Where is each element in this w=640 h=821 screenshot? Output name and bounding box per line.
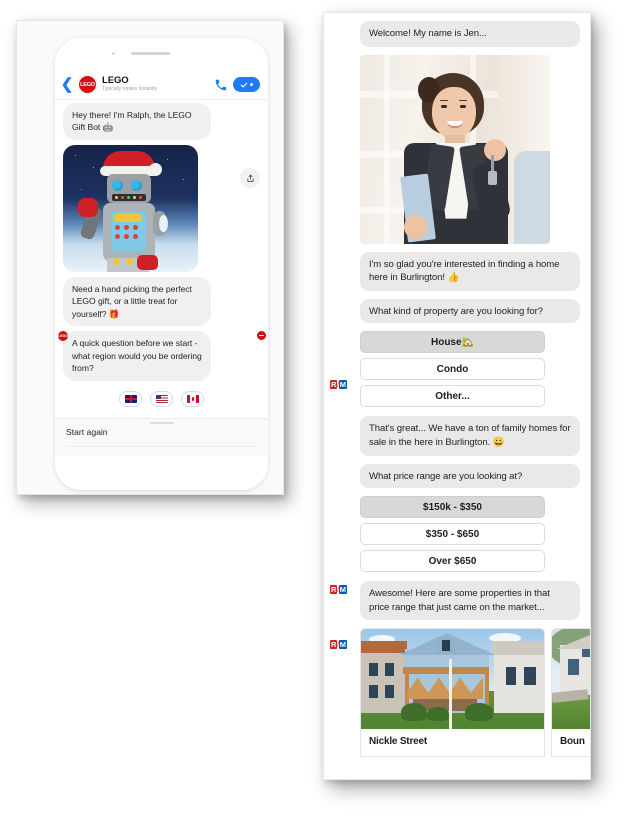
chat-message-list[interactable]: Hey there! I'm Ralph, the LEGO Gift Bot …	[55, 100, 268, 418]
option-house-button[interactable]: House🏡	[360, 331, 545, 354]
chat-bubble: I'm so glad you're interested in finding…	[360, 251, 580, 291]
check-icon	[240, 82, 248, 87]
screenshot-stage: ❮ LEGO LEGO Typically replies instantly	[0, 0, 640, 821]
list-item[interactable]: Nickle Street	[360, 628, 545, 758]
real-estate-agent-photo[interactable]	[360, 54, 550, 244]
option-price-low-button[interactable]: $150k - $350	[360, 496, 545, 519]
lego-chatbot-card: ❮ LEGO LEGO Typically replies instantly	[16, 20, 284, 495]
quick-reply-row[interactable]	[63, 390, 260, 407]
remax-logo-right: M	[338, 639, 347, 649]
divider	[66, 446, 257, 447]
camera-icon	[112, 52, 115, 55]
chat-bubble: What kind of property are you looking fo…	[360, 298, 580, 324]
phone-icon[interactable]	[214, 78, 228, 92]
flag-us-icon	[155, 394, 168, 403]
chat-bubble: Hey there! I'm Ralph, the LEGO Gift Bot …	[63, 103, 211, 140]
status-dot-icon	[250, 83, 253, 86]
chat-bubble: What price range are you looking at?	[360, 463, 580, 489]
chat-bubble: That's great... We have a ton of family …	[360, 416, 580, 456]
property-type-options[interactable]: House🏡 Condo Other...	[360, 331, 580, 408]
avatar: LEGO	[57, 330, 69, 342]
drag-handle[interactable]	[149, 422, 174, 424]
chat-footer: Start again	[55, 418, 268, 456]
remax-logo-right: M	[338, 584, 347, 594]
start-again-button[interactable]: Start again	[66, 427, 257, 437]
remax-logo-icon: R / M	[330, 639, 350, 649]
blue-house-photo	[361, 629, 544, 730]
remax-logo-left: R	[330, 639, 338, 649]
remax-logo-left: R	[330, 584, 338, 594]
chat-bubble: A quick question before we start - what …	[63, 331, 211, 381]
listing-title: Nickle Street	[369, 736, 427, 748]
share-icon	[247, 174, 253, 182]
avatar[interactable]: LEGO	[78, 75, 97, 94]
quick-reply-ca-button[interactable]	[181, 390, 204, 407]
chat-header-text: LEGO Typically replies instantly	[102, 76, 209, 92]
share-button[interactable]	[240, 168, 260, 188]
chat-bubble: Awesome! Here are some properties in tha…	[360, 581, 580, 621]
remax-logo-icon: R / M	[330, 379, 350, 389]
option-other-button[interactable]: Other...	[360, 385, 545, 408]
chat-status-text: Typically replies instantly	[102, 86, 158, 93]
list-item[interactable]: Boun	[551, 628, 590, 758]
verified-badge-button[interactable]	[233, 77, 260, 92]
chat-bubble: Welcome! My name is Jen...	[360, 21, 580, 47]
phone-bezel	[55, 38, 268, 71]
chat-header: ❮ LEGO LEGO Typically replies instantly	[55, 71, 268, 100]
listing-title: Boun	[560, 736, 585, 748]
lego-santa-robot-image[interactable]	[63, 144, 198, 272]
avatar-label: LEGO	[80, 81, 95, 88]
speaker-grille-icon	[131, 52, 170, 55]
quick-reply-uk-button[interactable]	[119, 390, 142, 407]
quick-reply-us-button[interactable]	[150, 390, 173, 407]
price-range-options[interactable]: $150k - $350 $350 - $650 Over $650	[360, 496, 580, 573]
chat-bubble: Need a hand picking the perfect LEGO gif…	[63, 276, 211, 327]
chevron-left-icon[interactable]: ❮	[61, 77, 74, 92]
avatar-secondary	[257, 331, 266, 340]
page-title: LEGO	[102, 75, 129, 87]
remax-logo-left: R	[330, 379, 338, 389]
option-condo-button[interactable]: Condo	[360, 358, 545, 381]
flag-uk-icon	[124, 394, 137, 403]
option-price-high-button[interactable]: Over $650	[360, 550, 545, 573]
flag-ca-icon	[186, 394, 199, 403]
property-carousel[interactable]: Nickle Street Boun	[360, 628, 590, 758]
option-price-mid-button[interactable]: $350 - $650	[360, 523, 545, 546]
phone-mockup: ❮ LEGO LEGO Typically replies instantly	[55, 38, 268, 490]
realestate-chatbot-card: Welcome! My name is Jen... I'm so glad y…	[323, 12, 591, 780]
chat-message-list[interactable]: Welcome! My name is Jen... I'm so glad y…	[324, 13, 590, 758]
remax-logo-icon: R / M	[330, 584, 350, 594]
white-house-photo	[552, 629, 590, 730]
remax-logo-right: M	[338, 379, 347, 389]
